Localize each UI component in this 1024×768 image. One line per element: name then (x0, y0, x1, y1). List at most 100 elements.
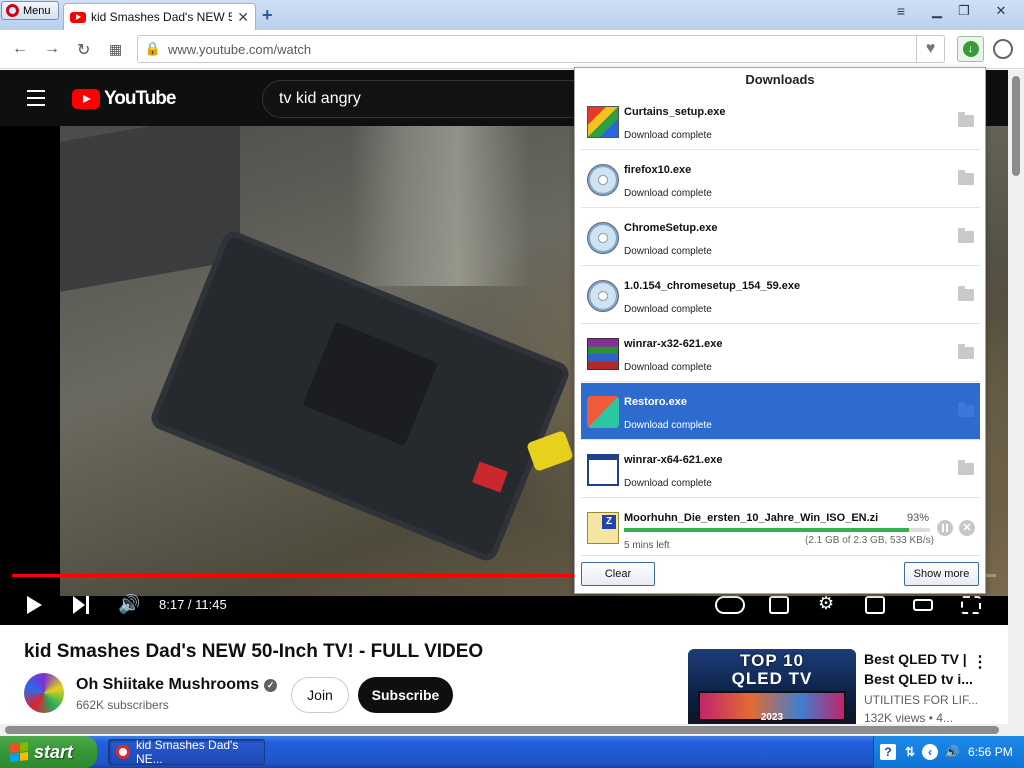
search-input[interactable]: tv kid angry (262, 80, 592, 118)
download-filename: winrar-x32-621.exe (624, 338, 723, 350)
folder-icon[interactable] (958, 344, 974, 359)
download-filename: Moorhuhn_Die_ersten_10_Jahre_Win_ISO_EN.… (624, 512, 879, 524)
download-item[interactable]: winrar-x64-621.exe Download complete (581, 441, 980, 498)
folder-icon[interactable] (958, 228, 974, 243)
download-filename: Curtains_setup.exe (624, 106, 726, 118)
thumb-text-line2: QLED TV (731, 669, 813, 688)
start-button[interactable]: start (0, 736, 97, 768)
volume-tray-icon[interactable]: 🔊 (944, 744, 960, 760)
minimize-button[interactable]: ▁ (926, 3, 948, 19)
vertical-scrollbar[interactable] (1008, 70, 1024, 736)
next-icon[interactable] (73, 596, 91, 614)
settings-gear-icon[interactable]: ⚙ (818, 593, 834, 614)
back-arrow-icon[interactable]: ← (12, 40, 28, 58)
recommended-video-views: 132K views • 4... (864, 711, 953, 725)
captions-icon[interactable] (769, 596, 789, 614)
taskbar-item-browser[interactable]: kid Smashes Dad's NE... (108, 738, 265, 766)
window-app-icon (587, 454, 619, 486)
join-button[interactable]: Join (291, 677, 349, 713)
recommended-video-title[interactable]: Best QLED TV | Best QLED tv i... (864, 649, 974, 689)
download-item-in-progress[interactable]: Z Moorhuhn_Die_ersten_10_Jahre_Win_ISO_E… (581, 499, 980, 556)
horizontal-scrollbar-thumb[interactable] (5, 726, 999, 734)
download-percent: 93% (907, 512, 930, 524)
folder-icon[interactable] (958, 112, 974, 127)
downloads-panel: Downloads Curtains_setup.exe Download co… (574, 67, 986, 594)
download-progress-fill (624, 528, 909, 532)
subscribe-button[interactable]: Subscribe (358, 677, 453, 713)
fullscreen-icon[interactable] (961, 596, 981, 614)
speed-dial-grid-icon[interactable]: ▦ (109, 41, 122, 58)
url-path: /watch (273, 41, 312, 57)
navigation-bar: ← → ↻ ▦ 🔒 www.youtube.com/watch ♥ ↓ (0, 30, 1024, 69)
clear-button[interactable]: Clear (581, 562, 655, 586)
reload-icon[interactable]: ↻ (77, 40, 90, 60)
download-arrow-icon: ↓ (962, 41, 979, 57)
download-item[interactable]: winrar-x32-621.exe Download complete (581, 325, 980, 382)
folder-icon[interactable] (958, 402, 974, 417)
clock: 6:56 PM (968, 745, 1013, 759)
video-scene-legs (350, 126, 530, 286)
download-status: Download complete (624, 420, 712, 431)
download-item[interactable]: firefox10.exe Download complete (581, 151, 980, 208)
start-label: start (34, 741, 74, 762)
downloads-button[interactable]: ↓ (957, 36, 984, 62)
thumb-text-line1: TOP 10 (740, 651, 804, 670)
more-options-icon[interactable]: ⋮ (972, 652, 988, 672)
cancel-icon[interactable]: ✕ (959, 520, 975, 536)
folder-icon[interactable] (958, 460, 974, 475)
opera-taskbar-icon (116, 745, 130, 759)
address-bar[interactable]: 🔒 www.youtube.com/watch ♥ (137, 35, 945, 63)
pause-icon[interactable] (937, 520, 953, 536)
network-icon[interactable]: ⇅ (902, 744, 918, 760)
download-status: Download complete (624, 188, 712, 199)
account-icon[interactable] (993, 39, 1013, 59)
youtube-logo[interactable]: YouTube (72, 88, 176, 110)
channel-avatar[interactable] (24, 673, 64, 713)
autoplay-toggle-icon[interactable] (715, 596, 745, 614)
download-status: Download complete (624, 130, 712, 141)
url-text: www.youtube.com/watch (168, 42, 311, 57)
miniplayer-icon[interactable] (865, 596, 885, 614)
folder-icon[interactable] (958, 170, 974, 185)
tab-menu-icon[interactable]: ≡ (890, 3, 912, 19)
opera-menu-button[interactable]: Menu (1, 1, 59, 20)
vertical-scrollbar-thumb[interactable] (1012, 76, 1020, 176)
tab-youtube[interactable]: kid Smashes Dad's NEW 50-Inch TV! - FULL… (63, 3, 256, 30)
download-item[interactable]: Curtains_setup.exe Download complete (581, 93, 980, 150)
maximize-button[interactable]: ❐ (953, 3, 975, 19)
download-size: (2.1 GB of 2.3 GB, 533 KB/s) (805, 535, 934, 546)
close-tab-icon[interactable]: ✕ (237, 9, 249, 26)
close-window-button[interactable]: ✕ (990, 3, 1012, 19)
help-icon[interactable]: ? (880, 744, 896, 760)
browser-titlebar: Menu kid Smashes Dad's NEW 50-Inch TV! -… (0, 0, 1024, 30)
recommended-video-channel[interactable]: UTILITIES FOR LIF... (864, 693, 978, 707)
folder-icon[interactable] (958, 286, 974, 301)
download-status: Download complete (624, 246, 712, 257)
download-item[interactable]: ChromeSetup.exe Download complete (581, 209, 980, 266)
volume-icon[interactable]: 🔊 (118, 594, 140, 615)
taskbar: start kid Smashes Dad's NE... ? ⇅ ‹ 🔊 6:… (0, 736, 1024, 768)
video-title: kid Smashes Dad's NEW 50-Inch TV! - FULL… (24, 641, 484, 662)
installer-cd-icon (587, 280, 619, 312)
time-display: 8:17 / 11:45 (159, 597, 227, 612)
bookmark-heart-icon[interactable]: ♥ (916, 36, 944, 62)
forward-arrow-icon[interactable]: → (44, 40, 60, 58)
download-filename: Restoro.exe (624, 396, 687, 408)
taskbar-item-label: kid Smashes Dad's NE... (136, 738, 239, 766)
download-item-selected[interactable]: Restoro.exe Download complete (581, 383, 980, 440)
download-item[interactable]: 1.0.154_chromesetup_154_59.exe Download … (581, 267, 980, 324)
verified-check-icon: ✓ (264, 679, 278, 692)
windows-flag-icon (10, 742, 28, 762)
menu-label: Menu (23, 4, 51, 17)
hamburger-menu-icon[interactable] (27, 90, 45, 111)
url-host: www.youtube.com (168, 41, 274, 57)
download-filename: firefox10.exe (624, 164, 692, 176)
show-more-button[interactable]: Show more (904, 562, 979, 586)
download-filename: 1.0.154_chromesetup_154_59.exe (624, 280, 801, 292)
horizontal-scrollbar[interactable] (0, 724, 1008, 736)
collapse-tray-icon[interactable]: ‹ (922, 744, 938, 760)
new-tab-button[interactable]: + (262, 5, 273, 26)
theater-mode-icon[interactable] (913, 599, 933, 611)
channel-name[interactable]: Oh Shiitake Mushrooms ✓ (76, 676, 278, 694)
play-icon[interactable] (27, 596, 42, 614)
